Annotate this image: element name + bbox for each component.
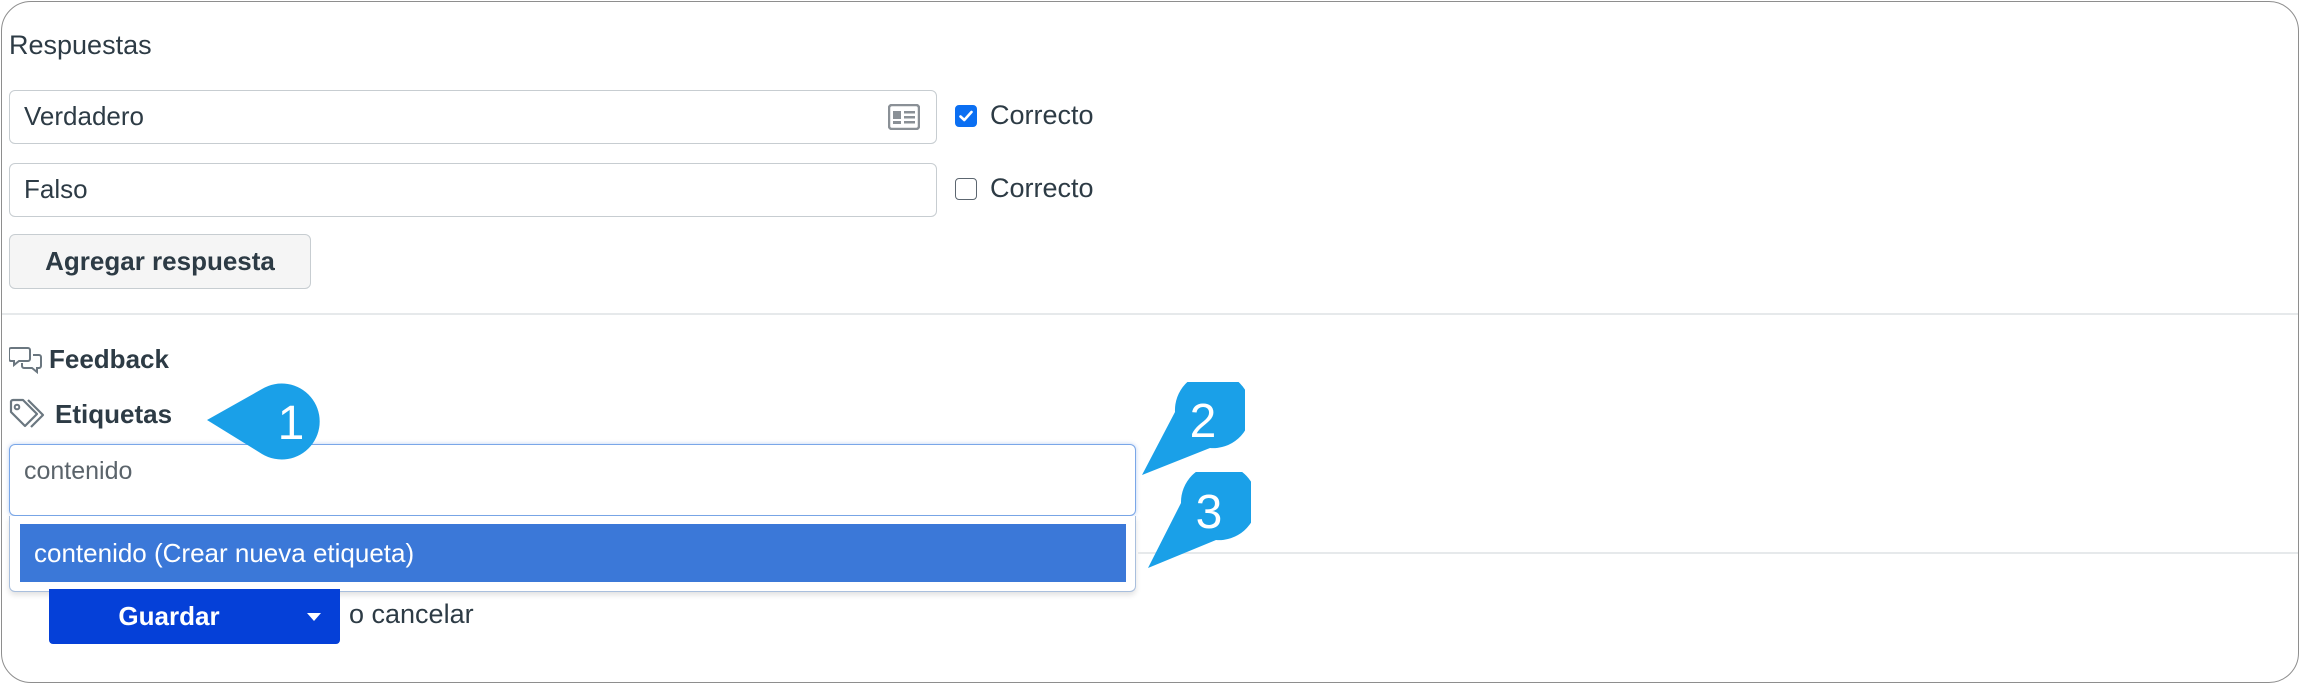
correct-label-2: Correcto bbox=[990, 173, 1094, 203]
correct-checkbox-2[interactable] bbox=[955, 177, 977, 200]
callout-3: 3 bbox=[1148, 472, 1251, 568]
add-answer-button[interactable]: Agregar respuesta bbox=[9, 234, 311, 289]
feedback-label: Feedback bbox=[49, 344, 169, 374]
id-card-icon[interactable] bbox=[888, 104, 920, 130]
correct-checkbox-1[interactable] bbox=[955, 104, 977, 127]
callout-1-number: 1 bbox=[278, 397, 305, 450]
tag-input[interactable]: contenido bbox=[9, 444, 1136, 516]
callout-2-number: 2 bbox=[1190, 395, 1217, 448]
chat-bubbles-icon bbox=[9, 346, 42, 374]
create-tag-option[interactable]: contenido (Crear nueva etiqueta) bbox=[20, 524, 1126, 582]
cancel-link[interactable]: o cancelar bbox=[349, 599, 474, 630]
answer-text-1: Verdadero bbox=[24, 101, 144, 131]
caret-down-icon[interactable] bbox=[289, 612, 339, 622]
answers-section-title: Respuestas bbox=[9, 30, 152, 60]
answer-text-2: Falso bbox=[24, 174, 88, 204]
correct-label-1: Correcto bbox=[990, 100, 1094, 130]
feedback-toggle[interactable]: Feedback bbox=[9, 344, 169, 375]
callout-3-number: 3 bbox=[1196, 486, 1223, 539]
correct-toggle-1[interactable]: Correcto bbox=[955, 100, 1094, 131]
tags-toggle[interactable]: Etiquetas bbox=[9, 398, 172, 430]
callout-1: 1 bbox=[207, 383, 320, 460]
footer-divider bbox=[1138, 552, 2298, 554]
correct-toggle-2[interactable]: Correcto bbox=[955, 173, 1094, 204]
checkmark-icon bbox=[959, 110, 973, 121]
dialog-frame: Respuestas Verdadero Correcto Falso Corr… bbox=[1, 1, 2299, 683]
tag-autocomplete-dropdown: contenido (Crear nueva etiqueta) bbox=[9, 516, 1136, 592]
save-button[interactable]: Guardar bbox=[49, 589, 340, 644]
tags-label: Etiquetas bbox=[55, 398, 173, 429]
callout-2: 2 bbox=[1142, 382, 1245, 475]
answer-input-2[interactable]: Falso bbox=[9, 163, 937, 217]
section-divider bbox=[2, 313, 2298, 315]
answer-input-1[interactable]: Verdadero bbox=[9, 90, 937, 144]
save-label: Guardar bbox=[118, 601, 220, 631]
tags-icon bbox=[9, 398, 45, 428]
